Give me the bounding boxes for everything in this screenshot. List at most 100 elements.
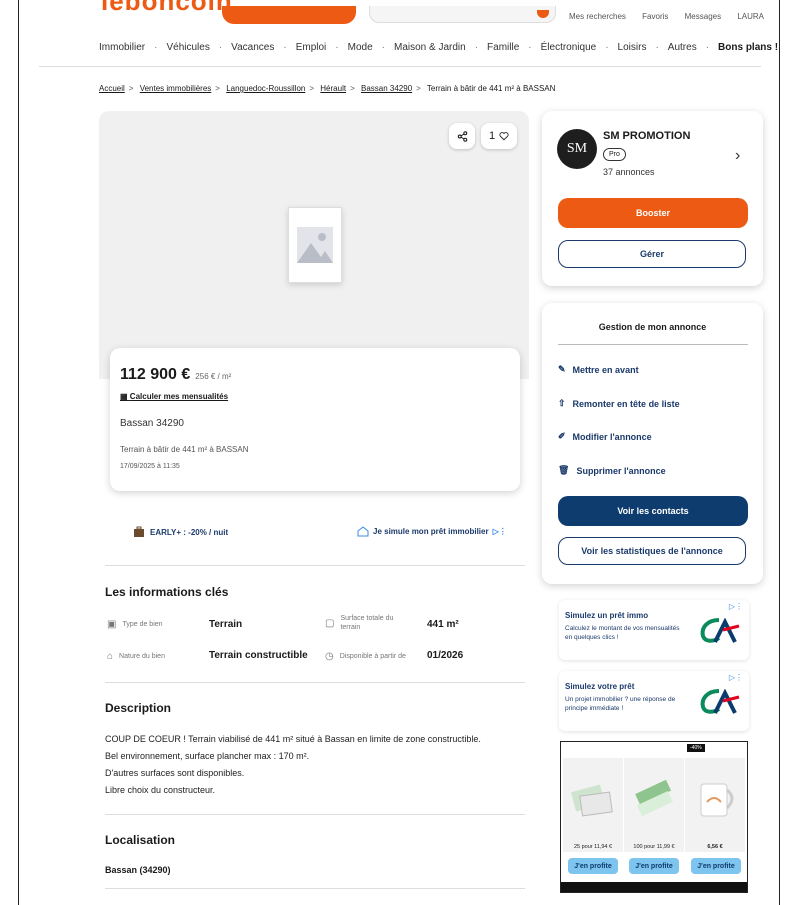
arrow-up-icon: ⇧ xyxy=(558,398,566,408)
seller-avatar[interactable]: SM xyxy=(557,129,597,169)
promo-early[interactable]: EARLY+ : -20% / nuit xyxy=(133,526,228,538)
mettre-en-avant-link[interactable]: ✎ Mettre en avant xyxy=(558,364,639,375)
luggage-icon xyxy=(134,526,144,537)
adchoices-icon[interactable]: ▷⋮ xyxy=(493,527,507,536)
calc-mensualites-label: Calculer mes mensualités xyxy=(129,392,229,401)
info-label-dispo: ◷ Disponible à partir de xyxy=(325,651,406,662)
post-ad-button[interactable] xyxy=(222,6,356,24)
photo-gallery[interactable]: 1 xyxy=(99,111,529,379)
top-link-messages[interactable]: Messages xyxy=(685,12,721,21)
voir-stats-button[interactable]: Voir les statistiques de l'annonce xyxy=(558,537,746,565)
image-placeholder-icon xyxy=(288,207,342,283)
nav-maison-jardin[interactable]: Maison & Jardin xyxy=(394,42,466,53)
location-city: Bassan (34290) xyxy=(105,865,171,875)
description-line: Libre choix du constructeur. xyxy=(105,785,216,795)
property-type-icon: ▣ xyxy=(107,619,117,630)
voir-contacts-button[interactable]: Voir les contacts xyxy=(558,496,748,526)
nav-bons-plans[interactable]: Bons plans ! xyxy=(718,42,778,53)
listing-price: 112 900 € xyxy=(120,366,191,383)
seller-name[interactable]: SM PROMOTION xyxy=(603,130,690,142)
page-frame: leboncoin Mes recherches Favoris Message… xyxy=(18,0,780,905)
divider xyxy=(105,814,525,815)
listing-title: Terrain à bâtir de 441 m² à BASSAN xyxy=(120,445,249,454)
price-per-m2: 256 € / m² xyxy=(195,372,232,381)
info-value-surface: 441 m² xyxy=(427,619,459,630)
remonter-link[interactable]: ⇧ Remonter en tête de liste xyxy=(558,398,680,409)
clock-icon: ◷ xyxy=(325,651,334,662)
breadcrumb-departement[interactable]: Hérault xyxy=(320,84,346,93)
breadcrumb-ventes[interactable]: Ventes immobilières xyxy=(140,84,212,93)
calculator-icon: ▦ xyxy=(120,392,128,401)
top-link-favorites[interactable]: Favoris xyxy=(642,12,668,21)
ad-title: Simulez un prêt immo xyxy=(565,611,649,620)
top-link-account[interactable]: LAURA xyxy=(737,12,764,21)
info-label-type: ▣ Type de bien xyxy=(107,619,163,630)
favorite-button[interactable]: 1 xyxy=(481,123,517,149)
nav-loisirs[interactable]: Loisirs xyxy=(618,42,647,53)
pro-badge: Pro xyxy=(603,148,626,161)
breadcrumb-accueil[interactable]: Accueil xyxy=(99,84,125,93)
share-button[interactable] xyxy=(449,123,475,149)
promo-pret[interactable]: Je simule mon prêt immobilier ▷⋮ xyxy=(357,526,507,537)
nav-mode[interactable]: Mode xyxy=(348,42,373,53)
credit-agricole-logo-icon xyxy=(700,618,740,643)
top-link-searches[interactable]: Mes recherches xyxy=(569,12,626,21)
manage-divider xyxy=(558,344,748,345)
nav-emploi[interactable]: Emploi xyxy=(296,42,327,53)
info-label-surface: ▢ Surface totale du terrain xyxy=(325,615,394,631)
promo-pret-label: Je simule mon prêt immobilier xyxy=(373,527,489,536)
brand-logo[interactable]: leboncoin xyxy=(101,0,233,17)
ad-text: Un projet immobilier ? une réponse de pr… xyxy=(565,696,676,712)
product-price: 6,56 € xyxy=(707,844,723,850)
breadcrumb-city[interactable]: Bassan 34290 xyxy=(361,84,412,93)
nav-electronique[interactable]: Électronique xyxy=(541,42,597,53)
pin-icon: ✎ xyxy=(558,364,566,374)
jen-profite-button[interactable]: J'en profite xyxy=(568,858,618,874)
nav-immobilier[interactable]: Immobilier xyxy=(99,42,145,53)
info-value-nature: Terrain constructible xyxy=(209,650,308,661)
jen-profite-button[interactable]: J'en profite xyxy=(629,858,679,874)
gerer-button[interactable]: Gérer xyxy=(558,240,746,268)
category-nav: Immobilier · Véhicules · Vacances · Emploi ·… xyxy=(99,42,779,53)
ad-pret-immo[interactable]: ▷⋮ Simulez un prêt immo Calculez le mont… xyxy=(559,600,749,660)
listing-city: Bassan 34290 xyxy=(120,418,184,429)
description-line: Bel environnement, surface plancher max … xyxy=(105,751,310,761)
surface-icon: ▢ xyxy=(325,617,335,629)
trash-icon: 🗑 xyxy=(558,465,570,475)
product-image-mug[interactable] xyxy=(685,758,745,852)
calc-mensualites-link[interactable]: ▦ Calculer mes mensualités xyxy=(120,392,228,401)
promo-early-label: EARLY+ : -20% / nuit xyxy=(150,527,229,537)
nav-vehicules[interactable]: Véhicules xyxy=(166,42,209,53)
adchoices-icon[interactable]: ▷⋮ xyxy=(729,602,743,611)
chevron-right-icon[interactable]: › xyxy=(735,147,740,165)
product-price: 25 pour 11,94 € xyxy=(573,844,613,850)
nav-vacances[interactable]: Vacances xyxy=(231,42,274,53)
listing-date: 17/09/2025 à 11:35 xyxy=(120,463,180,470)
favorite-count: 1 xyxy=(488,130,496,142)
seller-card: SM SM PROMOTION Pro 37 annonces › Booste… xyxy=(542,111,763,286)
description-title: Description xyxy=(105,701,172,715)
search-bar[interactable] xyxy=(369,6,556,23)
ad-title: Simulez votre prêt xyxy=(565,682,635,691)
product-image-cards[interactable] xyxy=(563,758,623,852)
divider xyxy=(105,682,525,683)
nav-autres[interactable]: Autres xyxy=(668,42,697,53)
supprimer-link[interactable]: 🗑 Supprimer l'annonce xyxy=(558,465,666,476)
pencil-icon: ✐ xyxy=(558,431,566,441)
divider xyxy=(105,565,525,566)
price-card: 112 900 € 256 € / m² ▦ Calculer mes mensu… xyxy=(110,348,520,491)
modifier-link[interactable]: ✐ Modifier l'annonce xyxy=(558,431,652,442)
nav-famille[interactable]: Famille xyxy=(487,42,519,53)
manage-title: Gestion de mon annonce xyxy=(598,322,707,332)
booster-button[interactable]: Booster xyxy=(558,198,748,228)
adchoices-icon[interactable]: ▷⋮ xyxy=(729,673,743,682)
info-value-dispo: 01/2026 xyxy=(427,650,464,661)
ad-pret[interactable]: ▷⋮ Simulez votre prêt Un projet immobili… xyxy=(559,671,749,731)
breadcrumb-region[interactable]: Languedoc-Roussillon xyxy=(226,84,305,93)
jen-profite-button[interactable]: J'en profite xyxy=(691,858,741,874)
discount-badge: -40% xyxy=(687,744,705,752)
share-icon xyxy=(457,130,467,142)
product-image-flyers[interactable] xyxy=(624,758,684,852)
shop-ad[interactable]: -40% 25 pour 11,94 € 100 pour 11,99 € 6,… xyxy=(560,741,748,893)
info-value-type: Terrain xyxy=(209,619,243,630)
